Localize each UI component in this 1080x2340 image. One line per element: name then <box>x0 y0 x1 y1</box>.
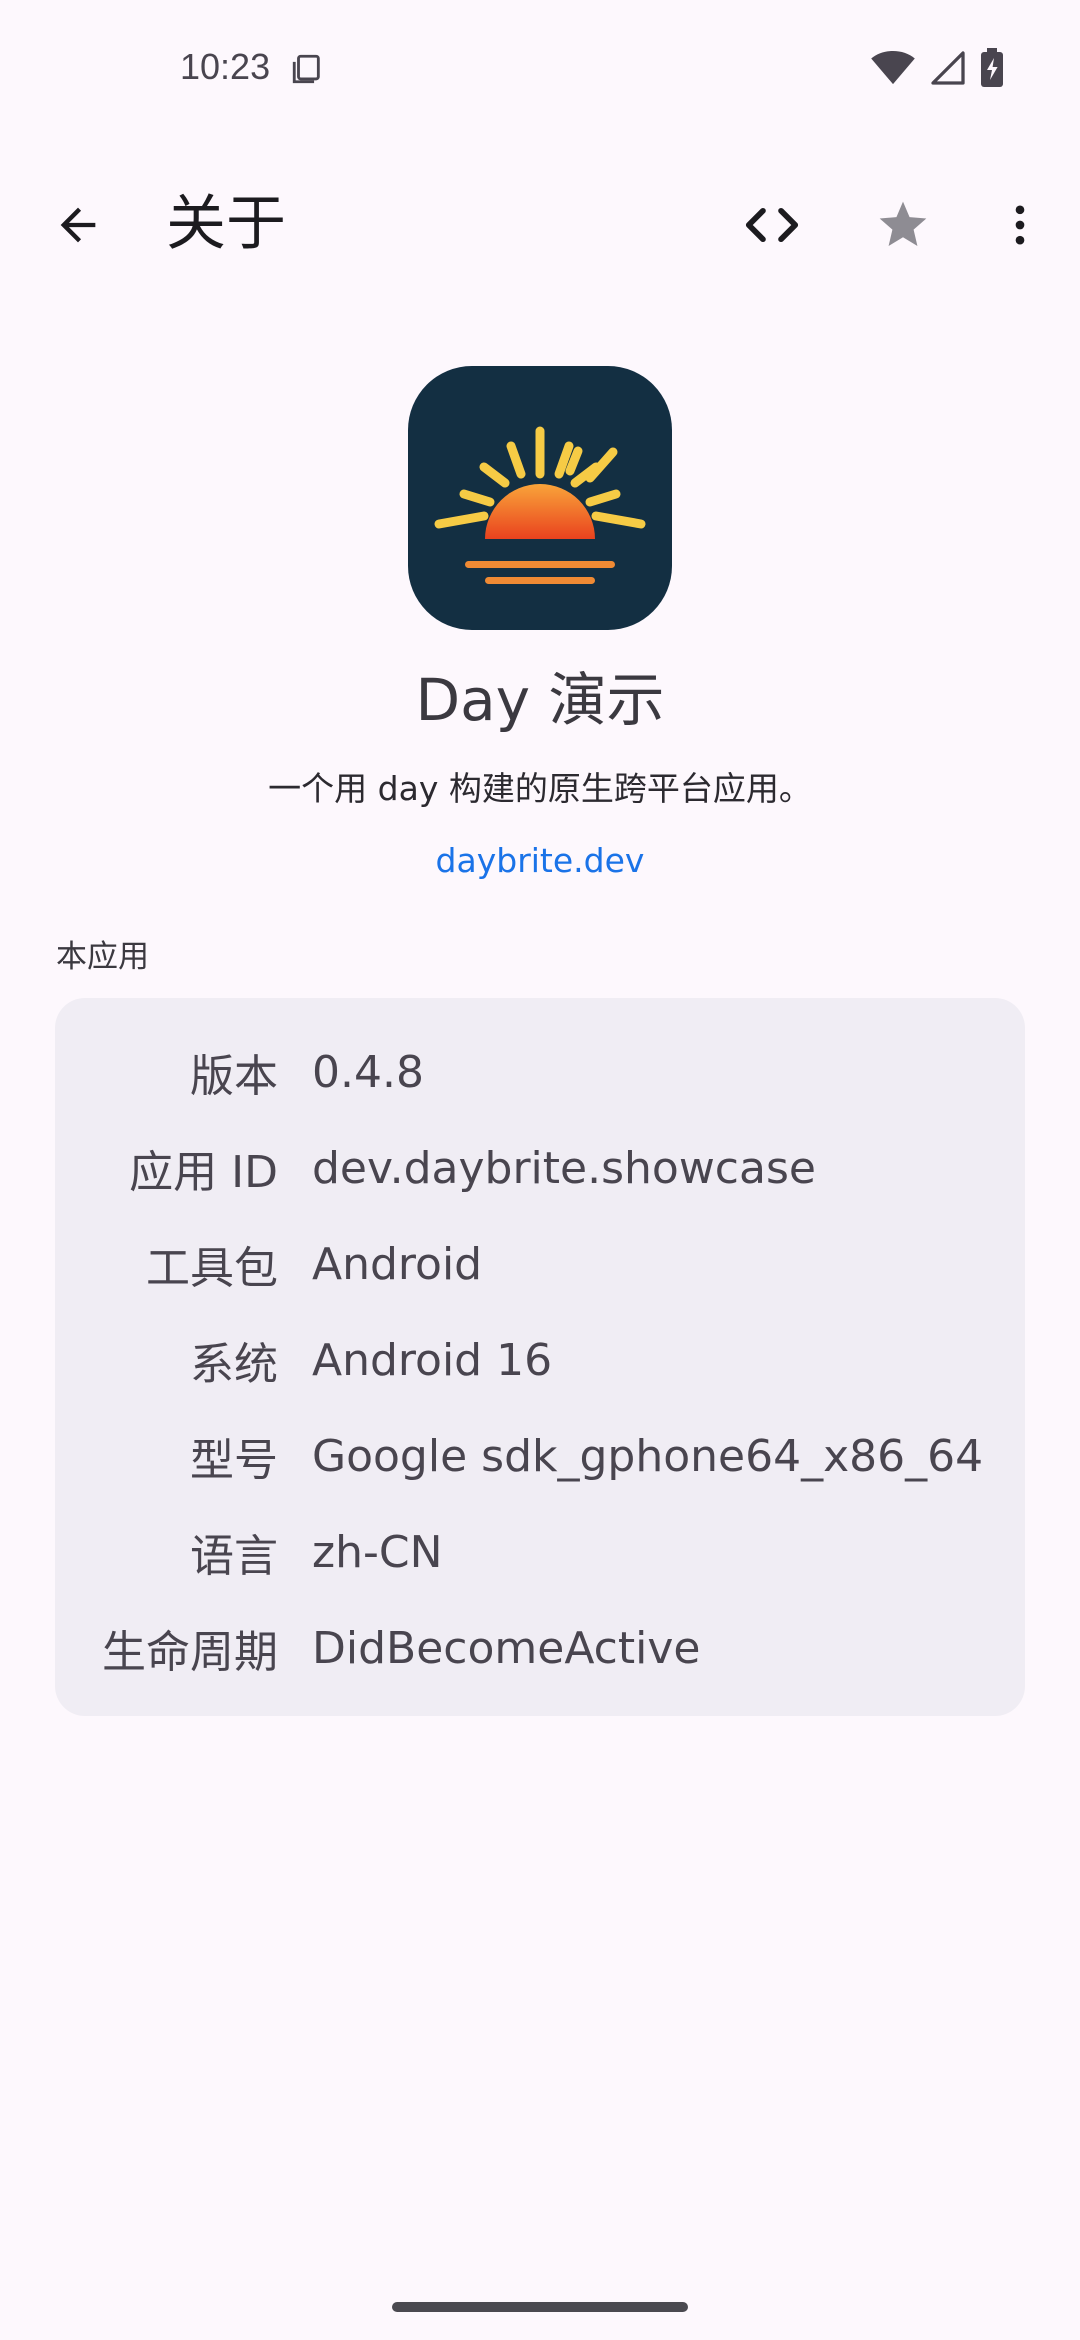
gesture-navigation-bar[interactable] <box>392 2302 688 2312</box>
info-label: 工具包 <box>146 1243 278 1294</box>
info-label: 应用 ID <box>129 1147 278 1198</box>
info-value: dev.daybrite.showcase <box>312 1142 816 1194</box>
info-row-version: 版本 0.4.8 <box>55 1032 1025 1112</box>
back-button[interactable] <box>28 175 128 275</box>
status-time: 10:23 <box>180 46 271 87</box>
view-source-button[interactable] <box>722 175 822 275</box>
app-info-card: 版本 0.4.8 应用 ID dev.daybrite.showcase 工具包… <box>55 998 1025 1716</box>
arrow-back-icon <box>60 207 96 243</box>
info-row-lifecycle: 生命周期 DidBecomeActive <box>55 1608 1025 1688</box>
info-row-model: 型号 Google sdk_gphone64_x86_64 <box>55 1416 1025 1496</box>
info-value: zh-CN <box>312 1526 443 1578</box>
section-header: 本应用 <box>56 939 149 975</box>
info-row-language: 语言 zh-CN <box>55 1512 1025 1592</box>
info-row-system: 系统 Android 16 <box>55 1320 1025 1400</box>
cellular-signal-icon <box>931 51 965 85</box>
info-row-toolkit: 工具包 Android <box>55 1224 1025 1304</box>
wifi-icon <box>871 50 915 85</box>
top-app-bar: 关于 <box>0 170 1080 280</box>
app-icon <box>408 366 672 630</box>
info-value: Android <box>312 1238 483 1290</box>
info-label: 生命周期 <box>102 1627 278 1678</box>
info-label: 版本 <box>190 1051 278 1102</box>
info-value: Google sdk_gphone64_x86_64 <box>312 1430 984 1482</box>
star-icon <box>879 201 927 246</box>
screenshot-notification-icon <box>292 54 320 84</box>
code-icon <box>745 207 799 243</box>
more-vert-icon <box>1015 205 1025 245</box>
info-row-app-id: 应用 ID dev.daybrite.showcase <box>55 1128 1025 1208</box>
page-title: 关于 <box>166 189 286 259</box>
info-value: 0.4.8 <box>312 1046 424 1098</box>
info-label: 语言 <box>190 1531 278 1582</box>
more-options-button[interactable] <box>970 175 1070 275</box>
status-bar: 10:23 <box>0 0 1080 140</box>
sunrise-app-icon <box>434 426 646 584</box>
status-icons <box>870 48 1004 88</box>
info-value: DidBecomeActive <box>312 1622 701 1674</box>
favorite-button[interactable] <box>853 175 953 275</box>
info-value: Android 16 <box>312 1334 553 1386</box>
info-label: 系统 <box>190 1339 278 1390</box>
website-link[interactable]: daybrite.dev <box>0 836 1080 886</box>
info-label: 型号 <box>190 1435 278 1486</box>
battery-charging-icon <box>981 48 1003 87</box>
app-description: 一个用 day 构建的原生跨平台应用。 <box>268 769 812 808</box>
app-name: Day 演示 <box>415 666 665 734</box>
